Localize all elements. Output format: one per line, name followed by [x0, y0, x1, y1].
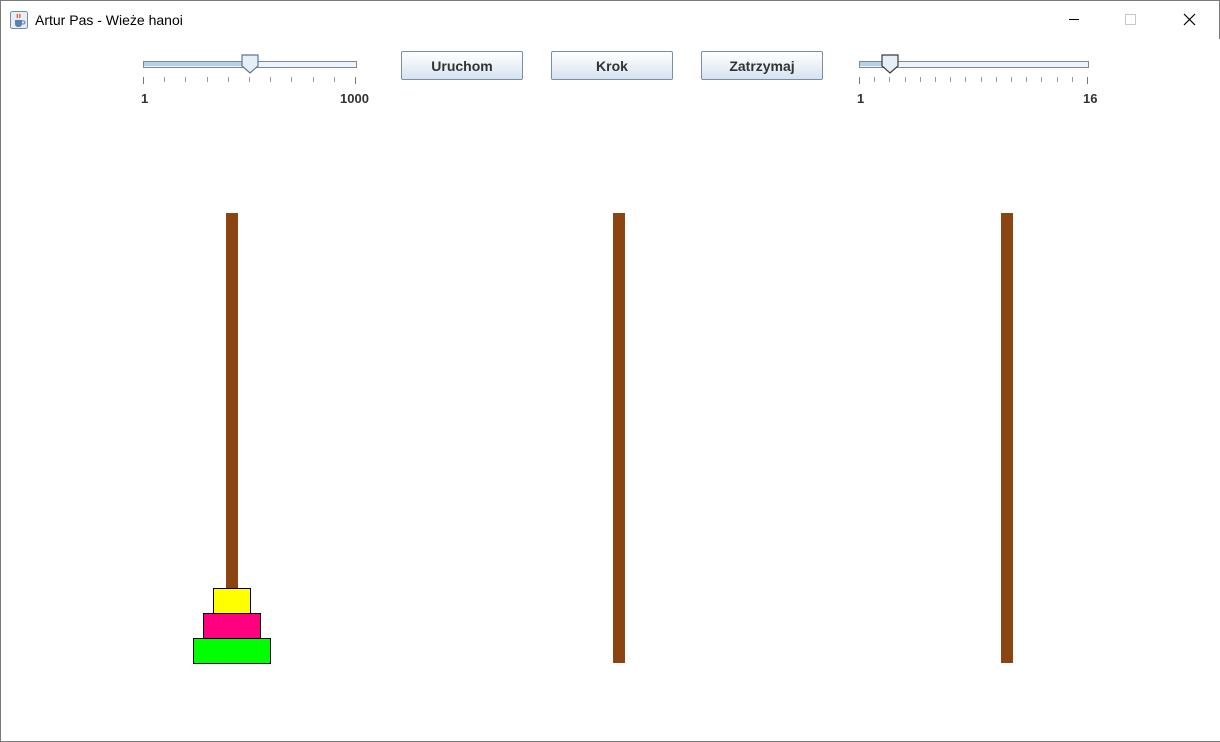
peg-3	[1001, 213, 1013, 663]
peg-2	[613, 213, 625, 663]
minimize-button[interactable]	[1051, 1, 1097, 39]
close-icon	[1183, 13, 1196, 26]
disk-1	[213, 588, 251, 614]
disk-2	[203, 613, 261, 639]
content-panel: 1 1000 Uruchom Krok Zatrzymaj 1 16	[2, 39, 1220, 741]
maximize-button[interactable]	[1107, 1, 1153, 39]
tower-area	[2, 39, 1220, 741]
title-bar[interactable]: Artur Pas - Wieże hanoi	[1, 1, 1219, 39]
java-cup-icon	[10, 11, 28, 29]
close-button[interactable]	[1163, 1, 1209, 39]
maximize-icon	[1125, 14, 1136, 25]
window-title: Artur Pas - Wieże hanoi	[35, 12, 183, 28]
disk-3	[193, 638, 271, 664]
minimize-icon	[1069, 19, 1079, 20]
app-window: Artur Pas - Wieże hanoi 1 1000 Uruchom K…	[0, 0, 1220, 742]
